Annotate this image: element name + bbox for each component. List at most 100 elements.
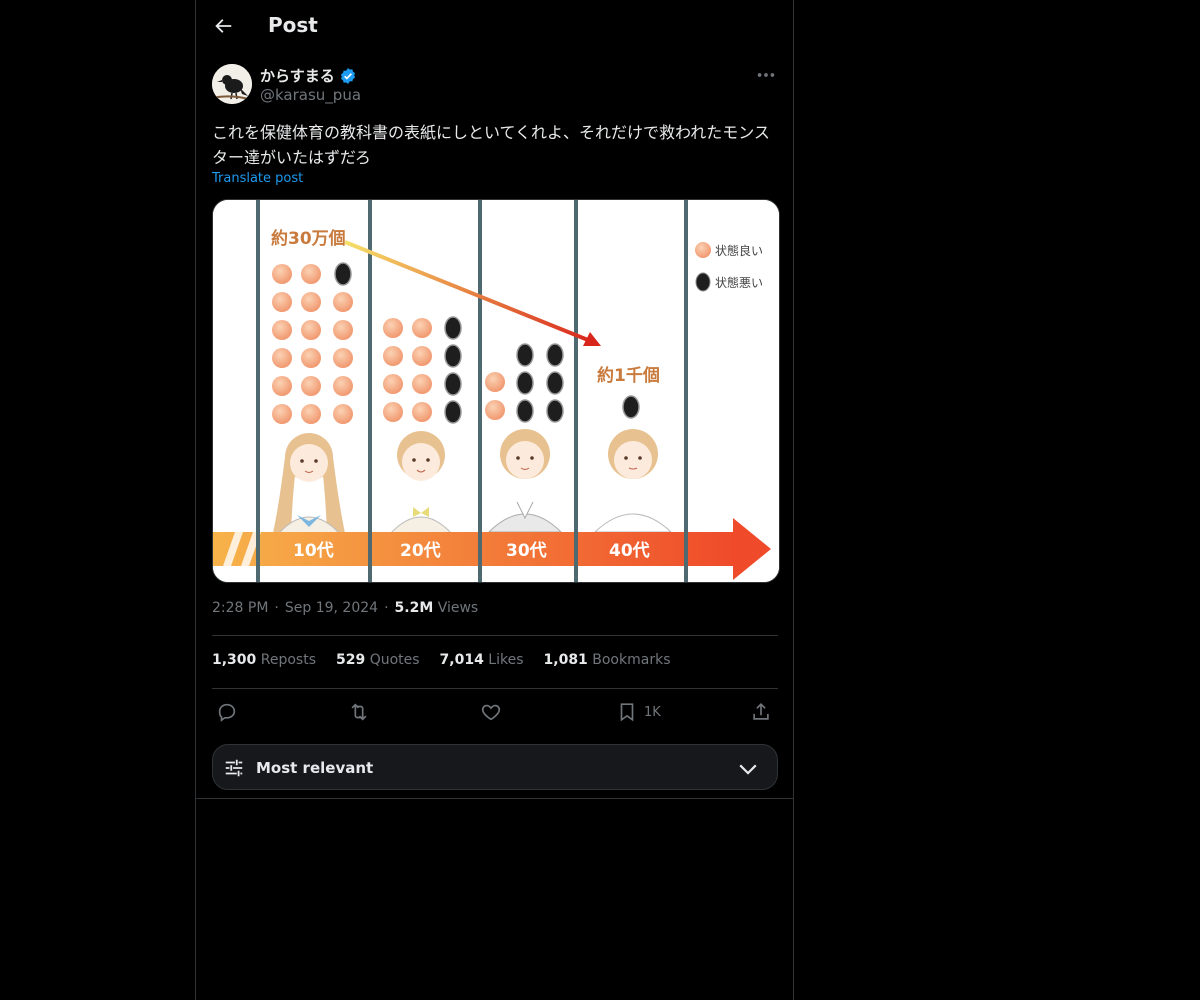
good-egg	[333, 348, 353, 368]
top-count-label: 約30万個	[271, 228, 346, 249]
quotes-label: Quotes	[369, 652, 420, 668]
bad-egg	[546, 343, 564, 367]
post-meta: 2:28 PM · Sep 19, 2024 · 5.2M Views	[212, 600, 478, 616]
divider	[196, 798, 794, 799]
age-label-40s: 40代	[609, 540, 650, 561]
good-egg	[412, 346, 432, 366]
good-egg	[301, 320, 321, 340]
legend-bad-label: 状態悪い	[715, 275, 763, 290]
age-label-10s: 10代	[293, 540, 334, 561]
good-egg	[333, 404, 353, 424]
good-egg	[383, 318, 403, 338]
sort-label: Most relevant	[256, 759, 374, 777]
sort-replies-dropdown[interactable]: Most relevant	[212, 744, 778, 790]
good-egg	[485, 372, 505, 392]
reposts-stat[interactable]: 1,300 Reposts	[212, 652, 316, 668]
bad-egg	[444, 400, 462, 424]
chevron-down-icon	[739, 764, 757, 775]
bad-egg	[546, 371, 564, 395]
post-image[interactable]: 約30万個 約1千個 状態良い 状態悪い 10代 20代 30代 40代	[212, 199, 780, 583]
good-egg	[333, 292, 353, 312]
good-egg	[272, 348, 292, 368]
bad-egg	[546, 399, 564, 423]
page-title: Post	[268, 13, 318, 37]
bottom-count-label: 約1千個	[597, 365, 660, 386]
post-text: これを保健体育の教科書の表紙にしといてくれよ、それだけで救われたモンスター達がい…	[212, 123, 770, 167]
good-egg	[272, 376, 292, 396]
age-label-30s: 30代	[506, 540, 547, 561]
good-egg	[333, 320, 353, 340]
bookmark-button[interactable]: 1K	[616, 700, 661, 724]
good-egg	[272, 320, 292, 340]
bookmarks-stat[interactable]: 1,081 Bookmarks	[544, 652, 671, 668]
verified-badge-icon[interactable]	[339, 67, 357, 85]
reply-icon	[218, 703, 236, 722]
more-options-icon[interactable]	[755, 64, 777, 86]
reposts-label: Reposts	[260, 652, 316, 668]
bookmarks-count: 1,081	[543, 652, 588, 668]
sliders-icon	[225, 759, 243, 777]
meta-separator: ·	[384, 600, 389, 616]
good-egg	[272, 292, 292, 312]
good-egg	[272, 264, 292, 284]
good-egg	[412, 374, 432, 394]
post-date[interactable]: Sep 19, 2024	[285, 600, 378, 616]
arrow-left-icon[interactable]	[212, 15, 234, 37]
bad-egg	[444, 344, 462, 368]
good-egg	[301, 264, 321, 284]
reply-button[interactable]	[216, 700, 238, 724]
views-label: Views	[437, 600, 479, 616]
post-column: Post からすまる @karasu_pua これを保健体育の教科書の表紙にしと…	[195, 0, 794, 1000]
author-name[interactable]: からすまる	[260, 65, 357, 86]
good-egg	[485, 400, 505, 420]
good-egg	[383, 402, 403, 422]
repost-icon	[351, 703, 367, 721]
good-egg	[301, 348, 321, 368]
author-name-text: からすまる	[260, 67, 335, 85]
quotes-stat[interactable]: 529 Quotes	[336, 652, 420, 668]
reposts-count: 1,300	[212, 652, 257, 668]
avatar[interactable]	[212, 64, 252, 104]
bad-egg	[334, 262, 352, 286]
bookmark-icon	[620, 703, 634, 722]
author-handle[interactable]: @karasu_pua	[260, 86, 361, 104]
bad-egg	[516, 371, 534, 395]
views: 5.2M Views	[395, 600, 479, 616]
good-egg	[272, 404, 292, 424]
bad-egg	[444, 316, 462, 340]
good-egg	[301, 404, 321, 424]
good-egg	[383, 374, 403, 394]
likes-count: 7,014	[439, 652, 484, 668]
heart-icon	[481, 704, 501, 721]
views-count: 5.2M	[394, 600, 434, 616]
legend-good-label: 状態良い	[715, 243, 763, 258]
engagement-stats: 1,300 Reposts 529 Quotes 7,014 Likes 1,0…	[212, 652, 670, 668]
crow-avatar-icon	[212, 64, 252, 104]
likes-stat[interactable]: 7,014 Likes	[440, 652, 524, 668]
repost-button[interactable]	[348, 700, 370, 724]
good-egg	[412, 318, 432, 338]
good-egg	[333, 376, 353, 396]
post-header: Post	[196, 0, 794, 54]
divider	[212, 635, 778, 636]
share-icon	[753, 703, 769, 720]
bookmarks-label: Bookmarks	[592, 652, 671, 668]
bad-egg	[444, 372, 462, 396]
share-button[interactable]	[750, 700, 772, 724]
translate-post-link[interactable]: Translate post	[212, 171, 303, 186]
good-egg	[383, 346, 403, 366]
likes-label: Likes	[488, 652, 524, 668]
legend-bad-swatch	[695, 272, 711, 292]
egg-count-infographic: 約30万個 約1千個 状態良い 状態悪い 10代 20代 30代 40代	[213, 200, 779, 582]
good-egg	[412, 402, 432, 422]
good-egg	[301, 376, 321, 396]
meta-separator: ·	[274, 600, 279, 616]
legend-good-swatch	[695, 242, 711, 258]
post-time[interactable]: 2:28 PM	[212, 600, 268, 616]
like-button[interactable]	[480, 700, 502, 724]
good-egg	[301, 292, 321, 312]
action-bar: 1K	[212, 700, 778, 726]
bad-egg	[516, 399, 534, 423]
divider	[212, 688, 778, 689]
age-label-20s: 20代	[400, 540, 441, 561]
